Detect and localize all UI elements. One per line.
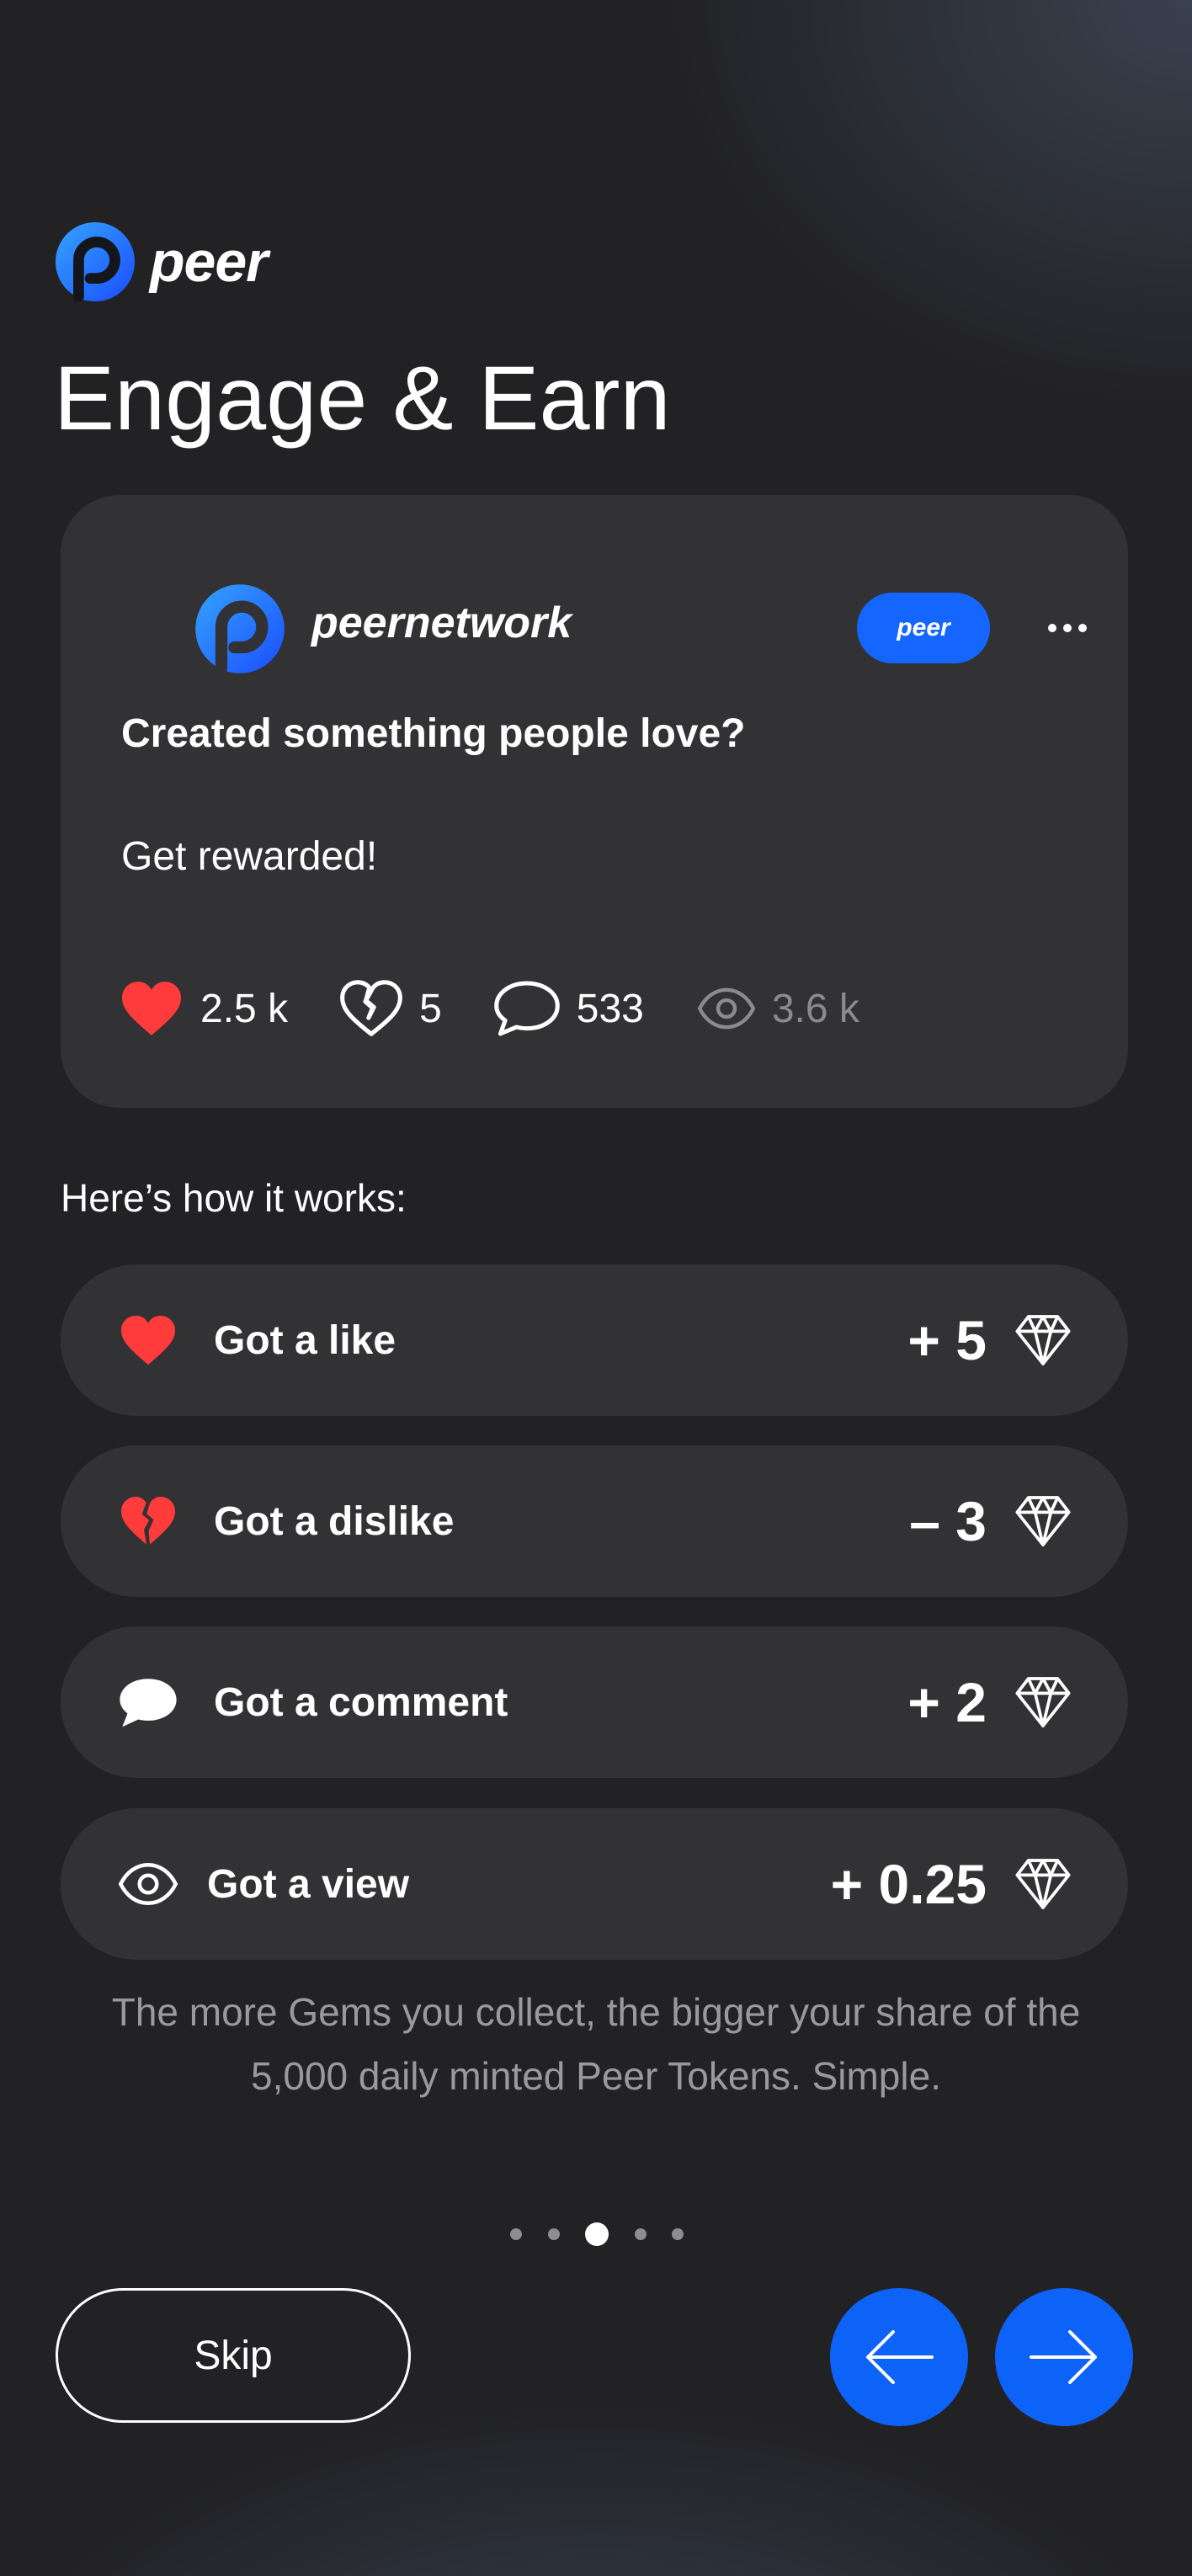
how-it-works-heading: Here’s how it works: [61, 1176, 407, 1220]
reward-label: Got a view [207, 1861, 410, 1907]
arrow-left-icon [866, 2330, 934, 2384]
page-title: Engage & Earn [54, 347, 671, 449]
dislike-count: 5 [419, 986, 442, 1031]
gem-icon [1015, 1859, 1071, 1909]
brand-logo: peer [54, 221, 269, 303]
comment-icon [116, 1673, 180, 1732]
reward-value: – 3 [909, 1490, 987, 1552]
peer-logo-icon [55, 221, 136, 302]
dislike-stat[interactable]: 5 [338, 979, 442, 1038]
post-body: Get rewarded! [121, 834, 378, 879]
like-stat[interactable]: 2.5 k [118, 979, 288, 1038]
comment-count: 533 [576, 986, 644, 1031]
reward-row-comment: Got a comment + 2 [61, 1626, 1128, 1778]
view-count: 3.6 k [771, 986, 859, 1031]
brand-name: peer [150, 230, 269, 294]
heart-icon [122, 982, 181, 1035]
view-stat: 3.6 k [696, 984, 859, 1033]
eye-outline-icon [697, 987, 756, 1030]
previous-button[interactable] [830, 2288, 968, 2426]
reward-value: + 2 [907, 1671, 987, 1733]
peer-badge[interactable]: peer [857, 593, 990, 663]
comment-outline-icon [493, 981, 560, 1036]
reward-row-view: Got a view + 0.25 [61, 1808, 1128, 1960]
reward-label: Got a comment [214, 1679, 508, 1725]
gem-icon [1015, 1496, 1071, 1546]
footnote: The more Gems you collect, the bigger yo… [111, 1990, 1081, 2098]
reward-row-dislike: Got a dislike – 3 [61, 1445, 1128, 1597]
avatar [195, 584, 285, 674]
reward-value: + 0.25 [830, 1853, 987, 1915]
gem-icon [1015, 1315, 1071, 1365]
more-options-icon[interactable] [1034, 593, 1101, 663]
arrow-right-icon [1030, 2330, 1097, 2384]
reward-label: Got a like [214, 1317, 396, 1363]
page-dot[interactable] [510, 2228, 522, 2240]
broken-heart-outline-icon [340, 980, 402, 1036]
reward-value: + 5 [907, 1309, 987, 1371]
comment-stat[interactable]: 533 [492, 979, 644, 1038]
post-header: peernetwork peer [135, 539, 1087, 674]
page-dot-active[interactable] [585, 2222, 609, 2246]
like-count: 2.5 k [200, 986, 289, 1031]
post-stats: 2.5 k 5 533 3.6 k [118, 978, 859, 1039]
reward-row-like: Got a like + 5 [61, 1264, 1128, 1416]
next-button[interactable] [995, 2288, 1133, 2426]
page-dot[interactable] [547, 2228, 560, 2240]
post-username[interactable]: peernetwork [311, 598, 572, 648]
eye-icon [116, 1855, 180, 1913]
broken-heart-icon [116, 1492, 180, 1551]
pagination-dots [510, 2219, 684, 2249]
page-dot[interactable] [672, 2228, 684, 2240]
page-dot[interactable] [634, 2228, 647, 2240]
post-card: peernetwork peer Created something peopl… [61, 495, 1128, 1108]
gem-icon [1015, 1677, 1071, 1727]
heart-icon [116, 1311, 180, 1370]
post-headline: Created something people love? [121, 711, 746, 756]
reward-label: Got a dislike [214, 1498, 455, 1544]
skip-button[interactable]: Skip [56, 2288, 411, 2423]
